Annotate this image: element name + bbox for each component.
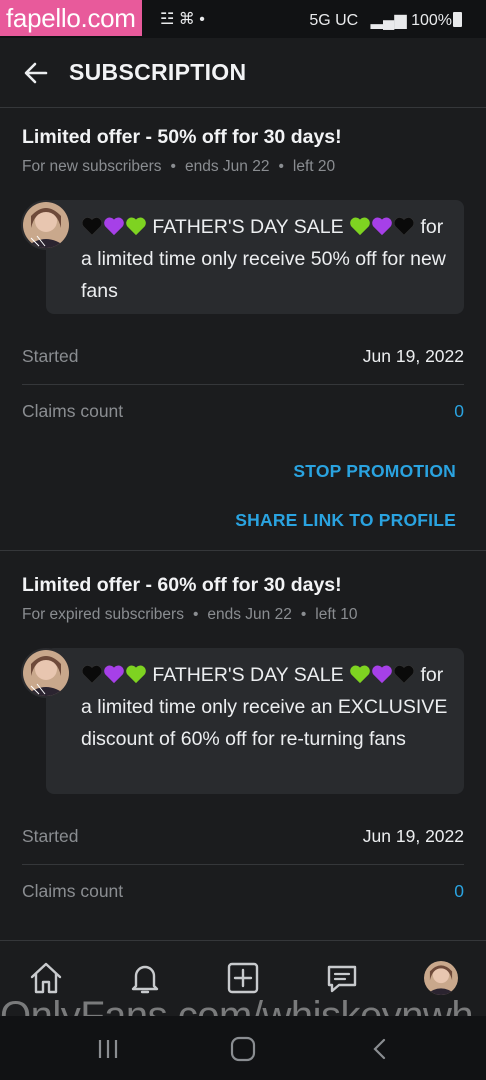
- message-head: FATHER'S DAY SALE: [152, 664, 344, 686]
- offer-audience: For new subscribers: [22, 158, 162, 175]
- battery-label: 100%: [411, 12, 452, 29]
- stop-promotion-button[interactable]: STOP PROMOTION: [293, 461, 456, 482]
- offer-meta: For new subscribers • ends Jun 22 • left 20: [22, 158, 336, 175]
- claims-value[interactable]: 0: [454, 401, 464, 422]
- nav-home-button[interactable]: [27, 959, 65, 997]
- started-label: Started: [22, 346, 79, 366]
- recent-apps-icon: [98, 1040, 118, 1058]
- system-home-button[interactable]: [229, 1036, 257, 1062]
- started-value: Jun 19, 2022: [362, 826, 464, 846]
- offer-audience: For expired subscribers: [22, 606, 184, 623]
- claims-row: Claims count 0: [22, 881, 464, 937]
- avatar[interactable]: [21, 200, 71, 250]
- offer-meta: For expired subscribers • ends Jun 22 • left…: [22, 606, 358, 623]
- status-network-battery: 5G UC ▂▄▆ 100%: [309, 10, 452, 30]
- signal-icon: ▂▄▆: [362, 12, 407, 29]
- hearts-right-icon: [349, 664, 415, 684]
- started-row: Started Jun 19, 2022: [22, 346, 464, 402]
- offer-left: left 10: [315, 606, 358, 623]
- network-label: 5G UC: [309, 12, 359, 29]
- plus-square-icon: [227, 962, 259, 994]
- system-nav-bar: [0, 1016, 486, 1080]
- nav-messages-button[interactable]: [323, 959, 361, 997]
- bell-icon: [131, 965, 159, 994]
- started-row: Started Jun 19, 2022: [22, 826, 464, 882]
- header: SUBSCRIPTION: [0, 38, 486, 108]
- home-circle-icon: [230, 1036, 256, 1062]
- nav-profile-avatar[interactable]: [424, 961, 458, 995]
- nav-notifications-button[interactable]: [126, 959, 164, 997]
- hearts-left-icon: [81, 664, 147, 684]
- offer-left: left 20: [292, 158, 336, 175]
- offer-message-bubble: FATHER'S DAY SALE for a limited time onl…: [46, 200, 464, 314]
- nav-create-button[interactable]: [224, 959, 262, 997]
- claims-label: Claims count: [22, 401, 124, 421]
- recent-apps-button[interactable]: [94, 1036, 122, 1062]
- share-link-button[interactable]: SHARE LINK TO PROFILE: [235, 510, 456, 531]
- page-title: SUBSCRIPTION: [69, 59, 247, 85]
- divider: [22, 864, 464, 865]
- home-icon: [30, 962, 62, 994]
- hearts-left-icon: [81, 216, 147, 236]
- offer-title: Limited offer - 60% off for 30 days!: [22, 574, 342, 596]
- offer-ends: ends Jun 22: [207, 606, 292, 623]
- claims-value[interactable]: 0: [454, 881, 464, 902]
- started-label: Started: [22, 826, 79, 846]
- back-button[interactable]: [20, 57, 52, 89]
- started-value: Jun 19, 2022: [362, 346, 464, 366]
- claims-row: Claims count 0: [22, 401, 464, 457]
- offer-title: Limited offer - 50% off for 30 days!: [22, 126, 342, 148]
- back-chevron-icon: [373, 1038, 386, 1060]
- battery-icon: [453, 12, 462, 27]
- divider: [22, 384, 464, 385]
- section-divider: [0, 550, 486, 551]
- message-icon: [327, 965, 357, 993]
- hearts-right-icon: [349, 216, 415, 236]
- watermark-top: fapello.com: [0, 0, 142, 36]
- claims-label: Claims count: [22, 881, 124, 901]
- arrow-left-icon: [24, 62, 48, 84]
- avatar[interactable]: [21, 648, 71, 698]
- message-head: FATHER'S DAY SALE: [152, 216, 344, 238]
- offer-message-bubble: FATHER'S DAY SALE for a limited time onl…: [46, 648, 464, 794]
- system-back-button[interactable]: [366, 1036, 394, 1062]
- offer-ends: ends Jun 22: [184, 158, 270, 175]
- notification-icons: ☳ ⌘ •: [160, 11, 205, 28]
